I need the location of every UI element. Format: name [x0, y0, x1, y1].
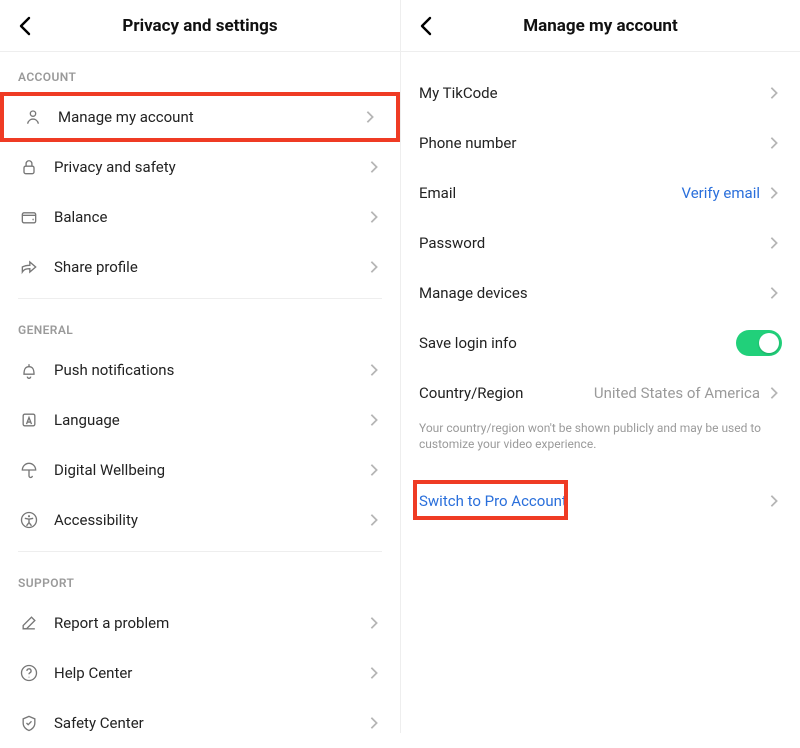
section-label-general: GENERAL	[0, 305, 400, 345]
header-title-left: Privacy and settings	[122, 16, 277, 36]
chevron-right-icon	[366, 159, 382, 175]
row-label: Digital Wellbeing	[54, 461, 366, 479]
row-label: Accessibility	[54, 511, 366, 529]
chevron-right-icon	[766, 385, 782, 401]
row-switch-pro-account[interactable]: Switch to Pro Account	[401, 476, 800, 526]
row-label: Language	[54, 411, 366, 429]
chevron-left-icon	[14, 14, 38, 38]
row-label: Phone number	[419, 134, 766, 152]
row-label: Switch to Pro Account	[419, 492, 766, 510]
row-label: Password	[419, 234, 766, 252]
language-icon	[18, 409, 40, 431]
toggle-save-login[interactable]	[736, 330, 782, 356]
row-country-region[interactable]: Country/Region United States of America	[401, 368, 800, 418]
chevron-right-icon	[366, 209, 382, 225]
chevron-right-icon	[766, 493, 782, 509]
row-label: Report a problem	[54, 614, 366, 632]
row-save-login-info[interactable]: Save login info	[401, 318, 800, 368]
chevron-right-icon	[366, 615, 382, 631]
row-email[interactable]: Email Verify email	[401, 168, 800, 218]
country-region-note: Your country/region won't be shown publi…	[401, 418, 800, 462]
row-digital-wellbeing[interactable]: Digital Wellbeing	[0, 445, 400, 495]
row-label: Push notifications	[54, 361, 366, 379]
chevron-right-icon	[366, 715, 382, 731]
row-label: My TikCode	[419, 84, 766, 102]
row-value: United States of America	[594, 384, 760, 402]
row-manage-devices[interactable]: Manage devices	[401, 268, 800, 318]
chevron-left-icon	[415, 14, 439, 38]
row-phone-number[interactable]: Phone number	[401, 118, 800, 168]
row-label: Email	[419, 184, 681, 202]
row-label: Share profile	[54, 258, 366, 276]
row-password[interactable]: Password	[401, 218, 800, 268]
row-accessibility[interactable]: Accessibility	[0, 495, 400, 545]
toggle-knob	[759, 333, 779, 353]
bell-icon	[18, 359, 40, 381]
pencil-icon	[18, 612, 40, 634]
row-safety-center[interactable]: Safety Center	[0, 698, 400, 748]
shield-icon	[18, 712, 40, 734]
chevron-right-icon	[366, 362, 382, 378]
accessibility-icon	[18, 509, 40, 531]
row-report-problem[interactable]: Report a problem	[0, 598, 400, 648]
row-label: Country/Region	[419, 384, 594, 402]
share-icon	[18, 256, 40, 278]
chevron-right-icon	[366, 412, 382, 428]
header-right: Manage my account	[401, 0, 800, 52]
row-language[interactable]: Language	[0, 395, 400, 445]
row-manage-account[interactable]: Manage my account	[0, 92, 400, 142]
chevron-right-icon	[766, 285, 782, 301]
umbrella-icon	[18, 459, 40, 481]
divider	[18, 298, 382, 299]
chevron-right-icon	[366, 512, 382, 528]
row-my-tikcode[interactable]: My TikCode	[401, 68, 800, 118]
header-left: Privacy and settings	[0, 0, 400, 52]
pane-manage-account: Manage my account My TikCode Phone numbe…	[400, 0, 800, 733]
back-button-left[interactable]	[14, 14, 38, 38]
row-label: Manage my account	[58, 108, 362, 126]
row-label: Safety Center	[54, 714, 366, 732]
back-button-right[interactable]	[415, 14, 439, 38]
chevron-right-icon	[362, 109, 378, 125]
row-share-profile[interactable]: Share profile	[0, 242, 400, 292]
user-icon	[22, 106, 44, 128]
row-label: Balance	[54, 208, 366, 226]
section-label-account: ACCOUNT	[0, 52, 400, 92]
row-value-link[interactable]: Verify email	[681, 184, 760, 202]
chevron-right-icon	[766, 85, 782, 101]
row-label: Privacy and safety	[54, 158, 366, 176]
chevron-right-icon	[766, 235, 782, 251]
row-push-notifications[interactable]: Push notifications	[0, 345, 400, 395]
row-privacy-safety[interactable]: Privacy and safety	[0, 142, 400, 192]
question-icon	[18, 662, 40, 684]
row-label: Manage devices	[419, 284, 766, 302]
section-label-support: SUPPORT	[0, 558, 400, 598]
chevron-right-icon	[766, 185, 782, 201]
row-label: Save login info	[419, 334, 736, 352]
chevron-right-icon	[366, 259, 382, 275]
chevron-right-icon	[366, 462, 382, 478]
row-balance[interactable]: Balance	[0, 192, 400, 242]
row-label: Help Center	[54, 664, 366, 682]
pane-privacy-settings: Privacy and settings ACCOUNT Manage my a…	[0, 0, 400, 733]
chevron-right-icon	[366, 665, 382, 681]
header-title-right: Manage my account	[523, 16, 677, 36]
row-help-center[interactable]: Help Center	[0, 648, 400, 698]
wallet-icon	[18, 206, 40, 228]
lock-icon	[18, 156, 40, 178]
chevron-right-icon	[766, 135, 782, 151]
divider	[18, 551, 382, 552]
